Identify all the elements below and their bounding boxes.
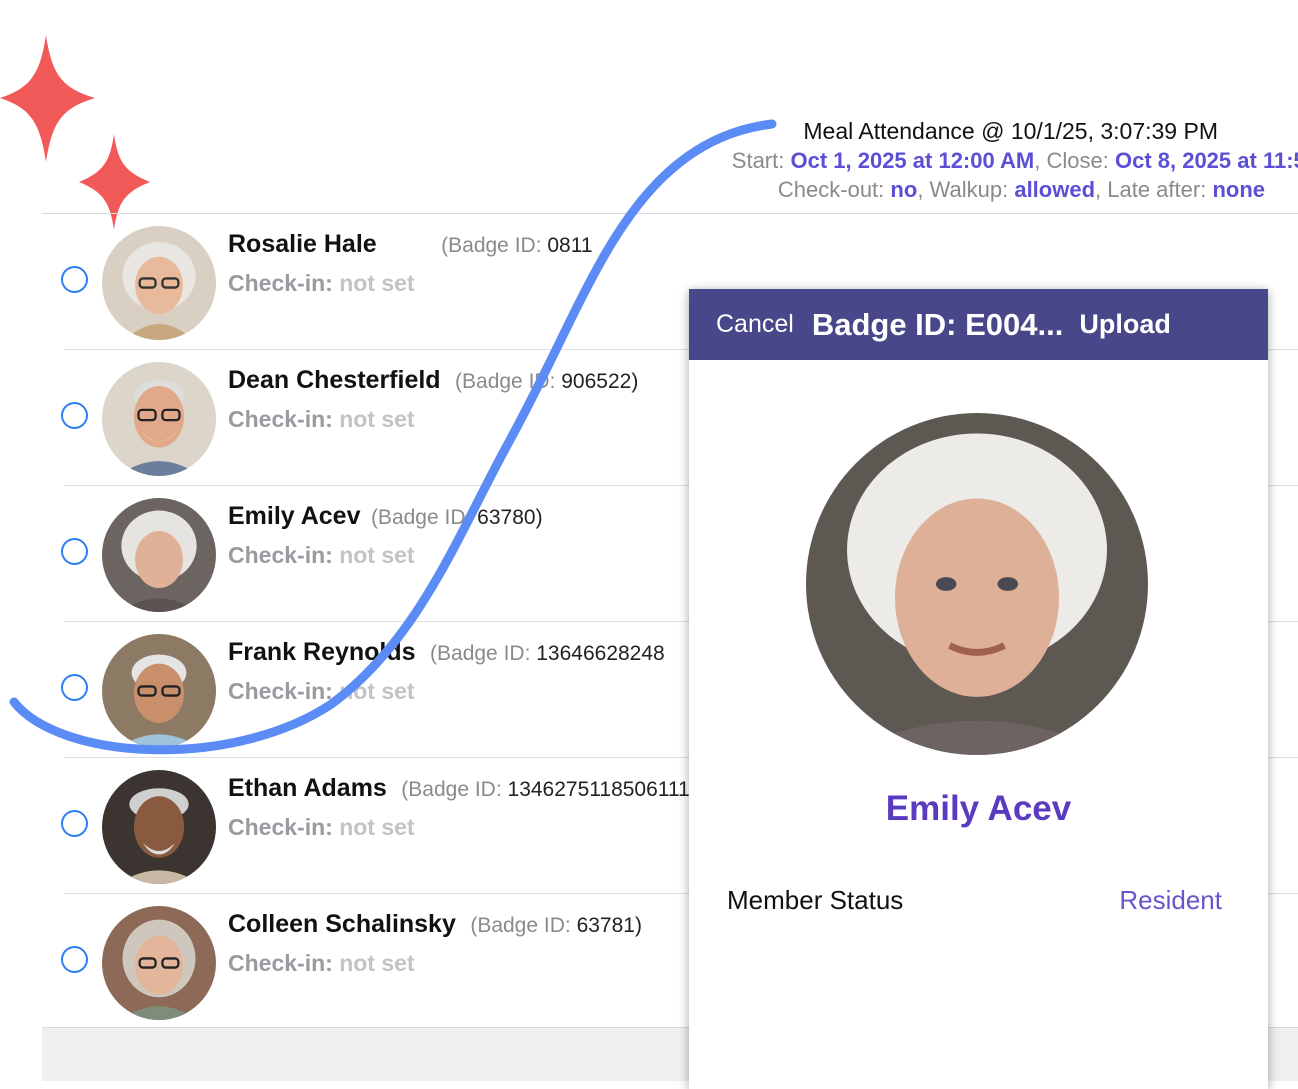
badge-id: (Badge ID: 13646628248 [430,642,665,665]
badge-id: (Badge ID: 1346275118506111 [401,778,690,801]
checkin-status: Check-in: not set [228,950,415,976]
radio-button-icon[interactable] [61,266,88,293]
start-value: Oct 1, 2025 at 12:00 AM [790,148,1035,173]
radio-button-icon[interactable] [61,946,88,973]
avatar [102,226,216,340]
walkup-value: allowed [1014,177,1096,202]
badge-id: (Badge ID: 906522) [455,370,639,393]
avatar [102,770,216,884]
checkout-value: no [890,177,918,202]
options-line: Check-out: no, Walkup: allowed, Late aft… [658,175,1265,204]
meal-header: Meal Attendance @ 10/1/25, 3:07:39 PM St… [658,116,1298,204]
meal-title: Meal Attendance @ 10/1/25, 3:07:39 PM [803,118,1218,144]
attendee-name: Frank Reynolds [228,638,416,666]
close-label: , Close: [1034,148,1109,173]
late-value: none [1212,177,1265,202]
radio-button-icon[interactable] [61,402,88,429]
close-value: Oct 8, 2025 at 11:59 [1114,148,1298,173]
sparkle-icon [0,35,150,230]
avatar [102,634,216,748]
member-status-value[interactable]: Resident [1119,885,1222,916]
badge-id: (Badge ID: 0811 [441,234,593,257]
attendee-name: Ethan Adams [228,774,387,802]
attendee-name: Dean Chesterfield [228,366,441,394]
radio-button-icon[interactable] [61,810,88,837]
badge-detail-panel: Cancel Badge ID: E004... Upload Emily Ac… [689,289,1268,1089]
member-status-label: Member Status [727,885,904,915]
avatar [102,906,216,1020]
schedule-line: Start: Oct 1, 2025 at 12:00 AM, Close: O… [658,146,1298,175]
badge-id: (Badge ID: 63780) [370,506,543,529]
attendee-name: Emily Acev [228,502,361,530]
checkin-status: Check-in: not set [228,814,415,840]
attendee-name: Colleen Schalinsky [228,910,456,938]
badge-id: (Badge ID: 63781) [470,914,642,937]
cancel-button[interactable]: Cancel [716,310,794,339]
checkin-status: Check-in: not set [228,406,415,432]
checkin-status: Check-in: not set [228,678,415,704]
late-label: , Late after: [1095,177,1207,202]
attendee-name: Rosalie Hale [228,230,377,258]
checkin-status: Check-in: not set [228,542,415,568]
start-label: Start: [731,148,785,173]
panel-header: Cancel Badge ID: E004... Upload [689,289,1268,360]
walkup-label: , Walkup: [917,177,1009,202]
avatar [102,498,216,612]
member-name: Emily Acev [885,789,1072,828]
upload-button[interactable]: Upload [1079,309,1171,340]
panel-title: Badge ID: E004... [811,306,1064,342]
checkin-status: Check-in: not set [228,270,415,296]
checkout-label: Check-out: [777,177,885,202]
avatar [102,362,216,476]
radio-button-icon[interactable] [61,538,88,565]
member-photo[interactable] [806,413,1148,755]
radio-button-icon[interactable] [61,674,88,701]
